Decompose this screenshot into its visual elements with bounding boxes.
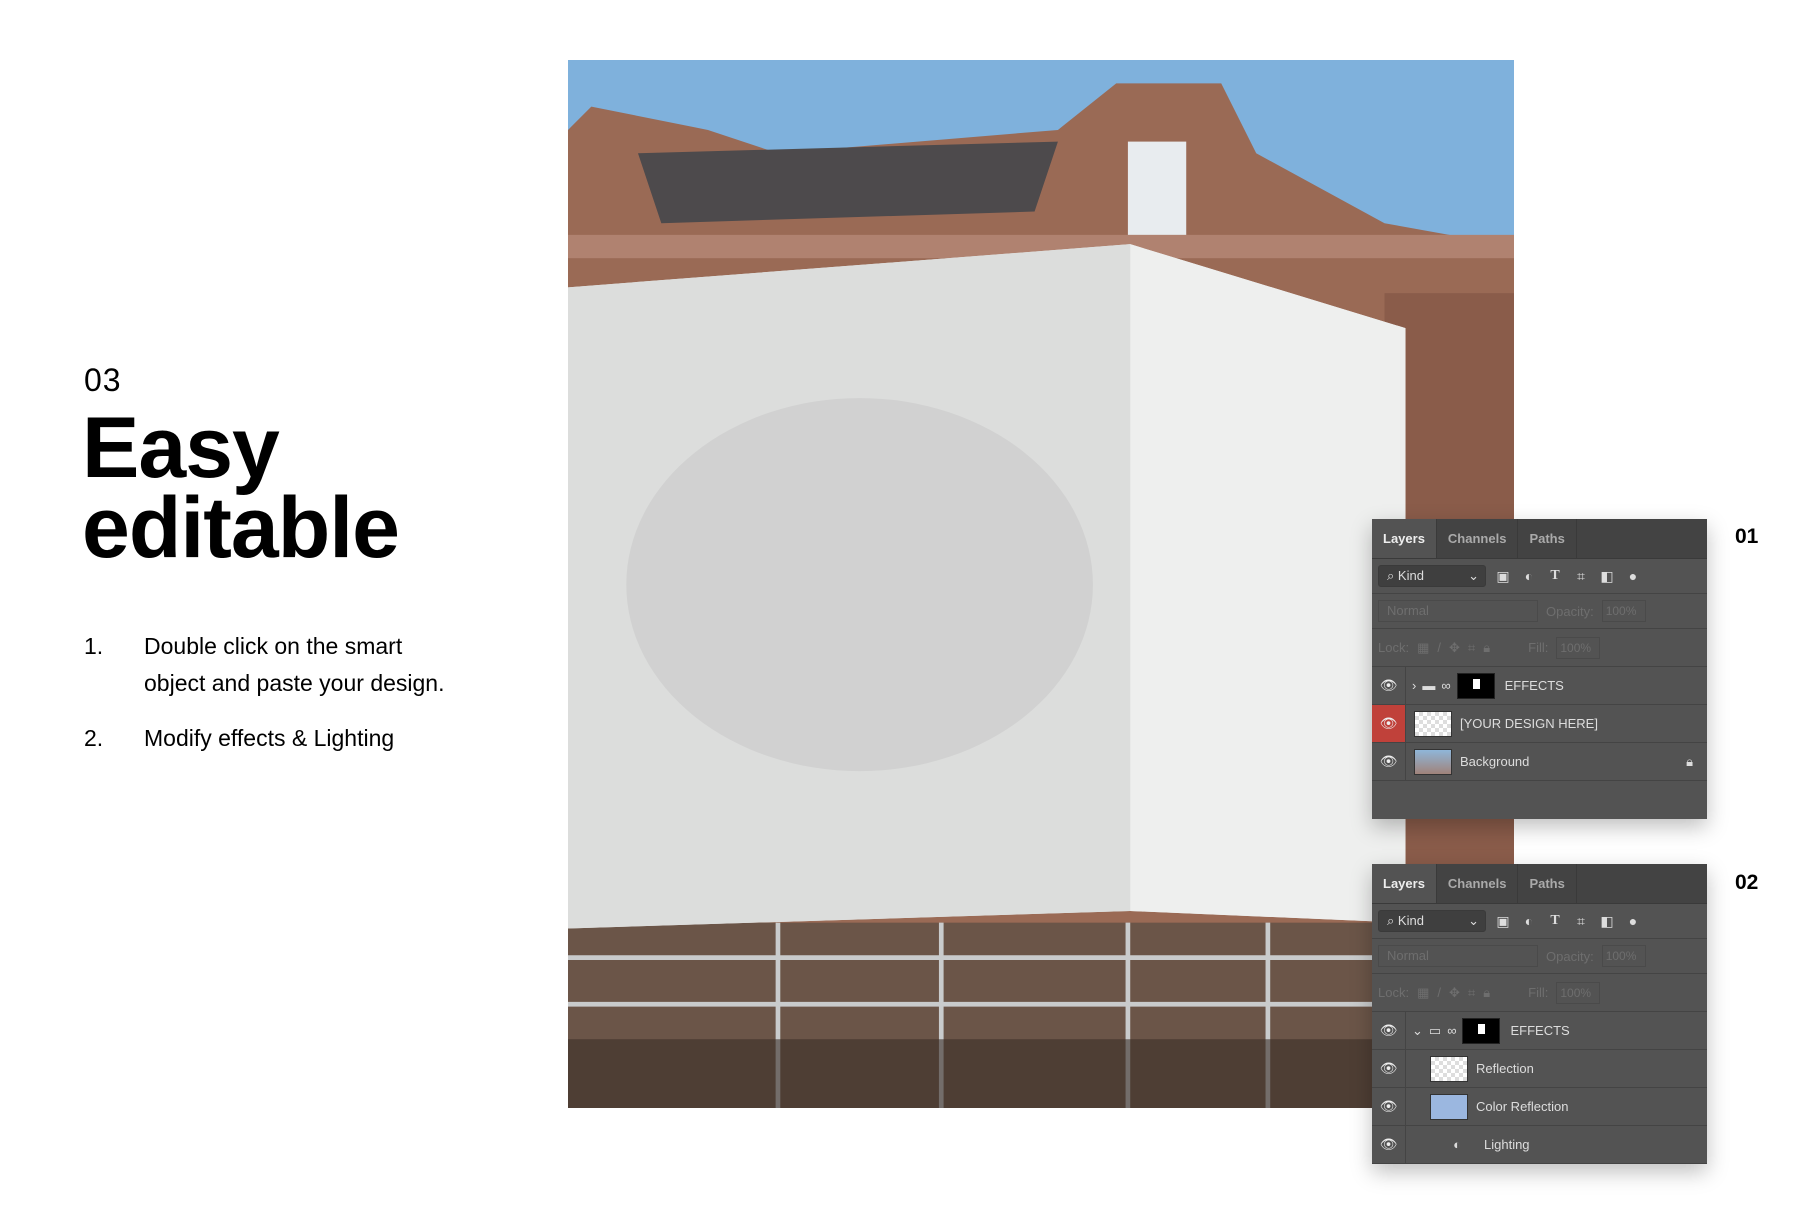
opacity-field[interactable]: 100%: [1601, 600, 1646, 622]
layer-color-reflection[interactable]: 👁︎ Color Reflection: [1372, 1088, 1707, 1126]
eye-icon[interactable]: 👁︎: [1372, 1126, 1406, 1163]
lock-brush-icon[interactable]: /: [1437, 640, 1441, 655]
adjustment-filter-icon[interactable]: ◐: [1520, 568, 1538, 584]
lock-transparent-icon[interactable]: ▦: [1417, 640, 1429, 656]
lock-all-icon[interactable]: 🔒︎: [1483, 640, 1490, 656]
lock-transparent-icon[interactable]: ▦: [1417, 985, 1429, 1001]
blend-mode-select[interactable]: Normal: [1378, 600, 1538, 622]
panel-badge-02: 02: [1735, 871, 1759, 894]
shape-filter-icon[interactable]: ⌗: [1572, 913, 1590, 930]
layer-mask: [1462, 1017, 1501, 1044]
tab-layers[interactable]: Layers: [1372, 519, 1437, 558]
image-filter-icon[interactable]: ▣: [1494, 568, 1512, 585]
lock-all-icon[interactable]: 🔒︎: [1483, 985, 1490, 1001]
lock-artboard-icon[interactable]: ⌗: [1468, 985, 1475, 1001]
tab-layers[interactable]: Layers: [1372, 864, 1437, 903]
section-title: Easy editable: [82, 400, 400, 576]
filter-kind-select[interactable]: ⌕ Kind ⌄: [1378, 565, 1486, 587]
layer-reflection[interactable]: 👁︎ Reflection: [1372, 1050, 1707, 1088]
adjustment-filter-icon[interactable]: ◐: [1520, 913, 1538, 929]
link-icon: ∞: [1441, 678, 1451, 693]
chevron-right-icon[interactable]: ›: [1412, 678, 1416, 693]
filter-toggle-icon[interactable]: ●: [1624, 568, 1642, 584]
layer-mask: [1456, 672, 1495, 699]
eye-icon[interactable]: 👁︎: [1372, 667, 1406, 704]
eye-icon[interactable]: 👁︎: [1372, 1012, 1406, 1049]
chevron-down-icon[interactable]: ⌄: [1412, 1023, 1423, 1039]
eye-icon[interactable]: 👁︎: [1372, 705, 1406, 742]
eye-icon[interactable]: 👁︎: [1372, 1088, 1406, 1125]
filter-toggle-icon[interactable]: ●: [1624, 913, 1642, 929]
fill-field[interactable]: 100%: [1556, 636, 1601, 659]
image-filter-icon[interactable]: ▣: [1494, 913, 1512, 930]
folder-open-icon: ▭: [1428, 1022, 1442, 1038]
eye-icon[interactable]: 👁︎: [1372, 743, 1406, 780]
smart-object-filter-icon[interactable]: ◧: [1598, 568, 1616, 585]
type-filter-icon[interactable]: T: [1546, 913, 1564, 929]
section-number: 03: [84, 362, 122, 398]
background-thumbnail: [1414, 748, 1452, 775]
layers-panel-1: Layers Channels Paths ⌕ Kind ⌄ ▣ ◐ T ⌗ ◧ ● Norm…: [1372, 519, 1707, 819]
reflection-thumbnail: [1430, 1055, 1468, 1082]
adjustment-layer-icon: ◐: [1453, 1137, 1461, 1152]
tab-channels[interactable]: Channels: [1437, 864, 1519, 903]
steps-list: 1. Double click on the smart object and pa…: [84, 628, 444, 775]
layer-your-design[interactable]: 👁︎ [YOUR DESIGN HERE]: [1372, 705, 1707, 743]
tab-channels[interactable]: Channels: [1437, 519, 1519, 558]
layer-effects[interactable]: 👁︎ › ▬ ∞ EFFECTS: [1372, 667, 1707, 705]
shape-filter-icon[interactable]: ⌗: [1572, 568, 1590, 585]
fill-field[interactable]: 100%: [1556, 981, 1601, 1004]
filter-kind-select[interactable]: ⌕ Kind ⌄: [1378, 910, 1486, 932]
step-2: 2. Modify effects & Lighting: [84, 725, 395, 751]
panel-badge-01: 01: [1735, 525, 1759, 548]
lock-brush-icon[interactable]: /: [1437, 985, 1441, 1000]
smart-object-filter-icon[interactable]: ◧: [1598, 913, 1616, 930]
layers-panel-2: Layers Channels Paths ⌕ Kind ⌄ ▣ ◐ T ⌗ ◧ ● Norm…: [1372, 864, 1707, 1164]
color-fill-thumbnail: [1430, 1093, 1468, 1120]
step-1: 1. Double click on the smart object and pa…: [84, 633, 445, 696]
lock-icon: 🔒︎: [1686, 753, 1693, 769]
layer-effects[interactable]: 👁︎ ⌄ ▭ ∞ EFFECTS: [1372, 1012, 1707, 1050]
tab-paths[interactable]: Paths: [1518, 519, 1577, 558]
smart-object-thumbnail: [1414, 710, 1452, 737]
lock-move-icon[interactable]: ✥: [1449, 640, 1460, 656]
layer-lighting[interactable]: 👁︎ ◐ Lighting: [1372, 1126, 1707, 1164]
blend-mode-select[interactable]: Normal: [1378, 945, 1538, 967]
type-filter-icon[interactable]: T: [1546, 568, 1564, 584]
eye-icon[interactable]: 👁︎: [1372, 1050, 1406, 1087]
tab-paths[interactable]: Paths: [1518, 864, 1577, 903]
lock-artboard-icon[interactable]: ⌗: [1468, 640, 1475, 656]
folder-icon: ▬: [1422, 678, 1436, 693]
link-icon: ∞: [1447, 1023, 1457, 1038]
layer-background[interactable]: 👁︎ Background 🔒︎: [1372, 743, 1707, 781]
opacity-field[interactable]: 100%: [1601, 945, 1646, 967]
lock-move-icon[interactable]: ✥: [1449, 985, 1460, 1001]
